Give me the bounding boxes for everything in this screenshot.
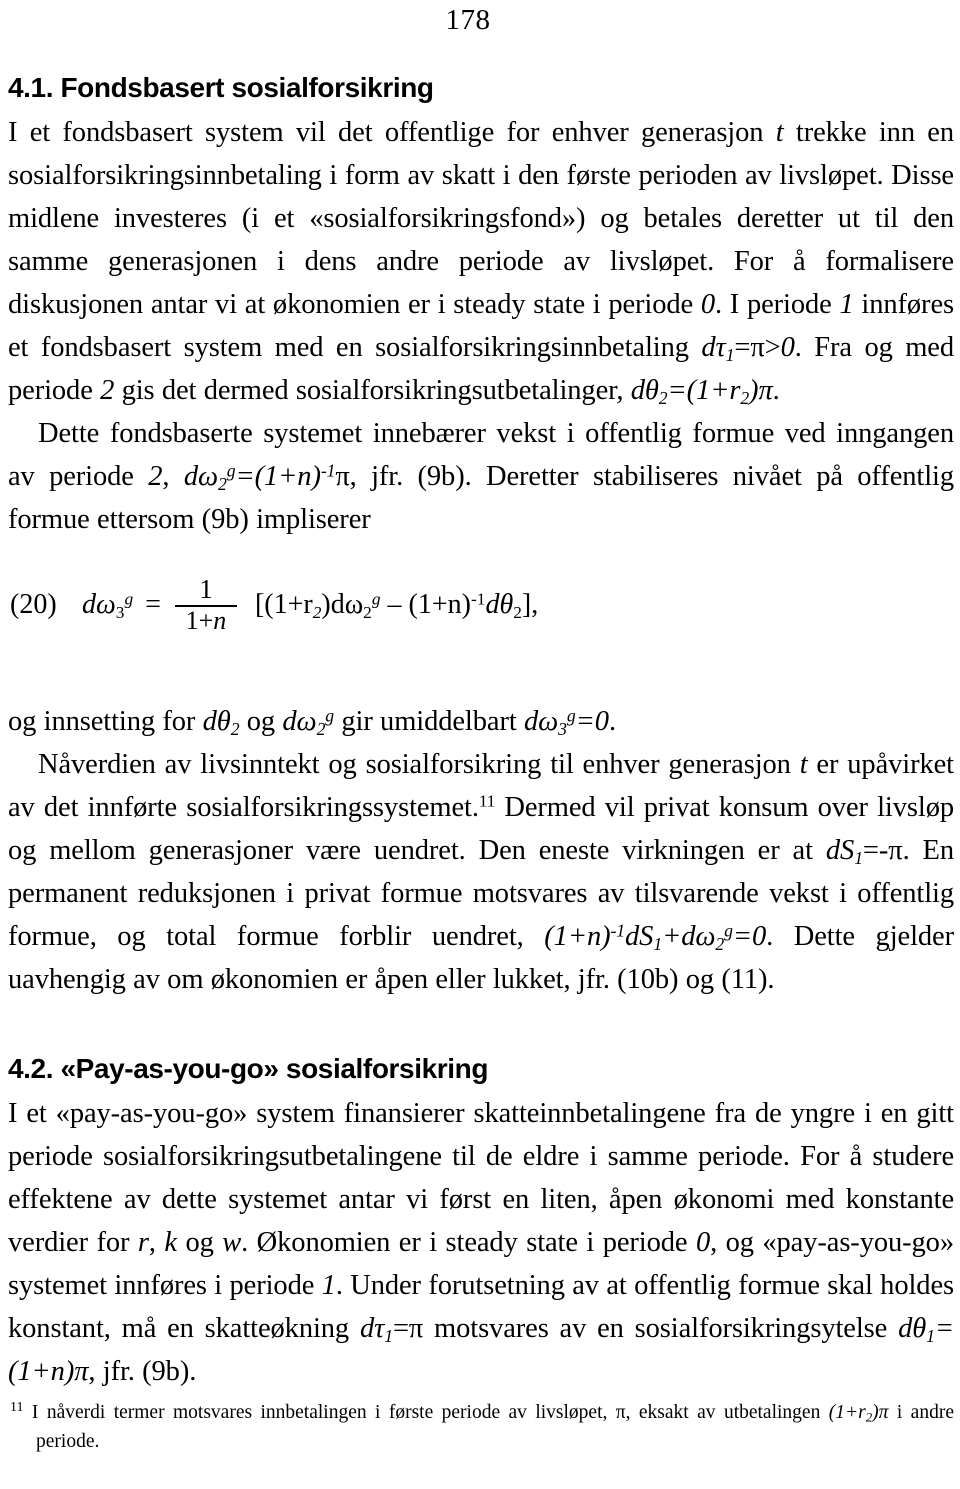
section-heading-4-1: 4.1. Fondsbasert sosialforsikring [8,72,434,103]
paragraph-payasyougo: I et «pay-as-you-go» system finansierer … [8,1098,954,1388]
page-number: 178 [445,4,491,36]
section-heading-4-2: 4.2. «Pay-as-you-go» sosialforsikring [8,1053,489,1084]
fraction-numerator: 1 [199,574,213,604]
footnote-marker: 11 [10,1398,24,1415]
equation-20-lhs: dω3g [82,589,134,622]
fraction-denominator: 1+n [185,605,227,635]
equation-20-fraction: 1 1+n [174,574,237,635]
paragraph-naverdien: Nåverdien av livsinntekt og sosialforsik… [8,749,954,995]
paragraph-fondsbasert-2: Dette fondsbaserte systemet innebærer ve… [8,418,955,536]
body-column-lower: og innsetting for dθ2 og dω2g gir umidde… [8,700,954,1393]
footnote-body: 11 I nåverdi termer motsvares innbetalin… [10,1398,954,1456]
footnote-text: I nåverdi termer motsvares innbetalingen… [23,1402,954,1452]
paragraph-innsetting: og innsetting for dθ2 og dω2g gir umidde… [8,705,616,739]
footnote-11: 11 I nåverdi termer motsvares innbetalin… [10,1398,954,1456]
body-column: 4.1. Fondsbasert sosialforsikring I et f… [8,72,954,541]
paragraph-fondsbasert-1: I et fondsbasert system vil det offentli… [8,117,954,409]
equation-20-equals: = [145,589,161,621]
document-page: 178 4.1. Fondsbasert sosialforsikring I … [0,0,960,1489]
equation-20-rhs: [(1+r2)dω2g – (1+n)-1dθ2], [254,589,539,622]
equation-20: (20) dω3g = 1 1+n [(1+r2)dω2g – (1+n)-1d… [10,574,710,635]
equation-20-tag: (20) [10,589,57,621]
